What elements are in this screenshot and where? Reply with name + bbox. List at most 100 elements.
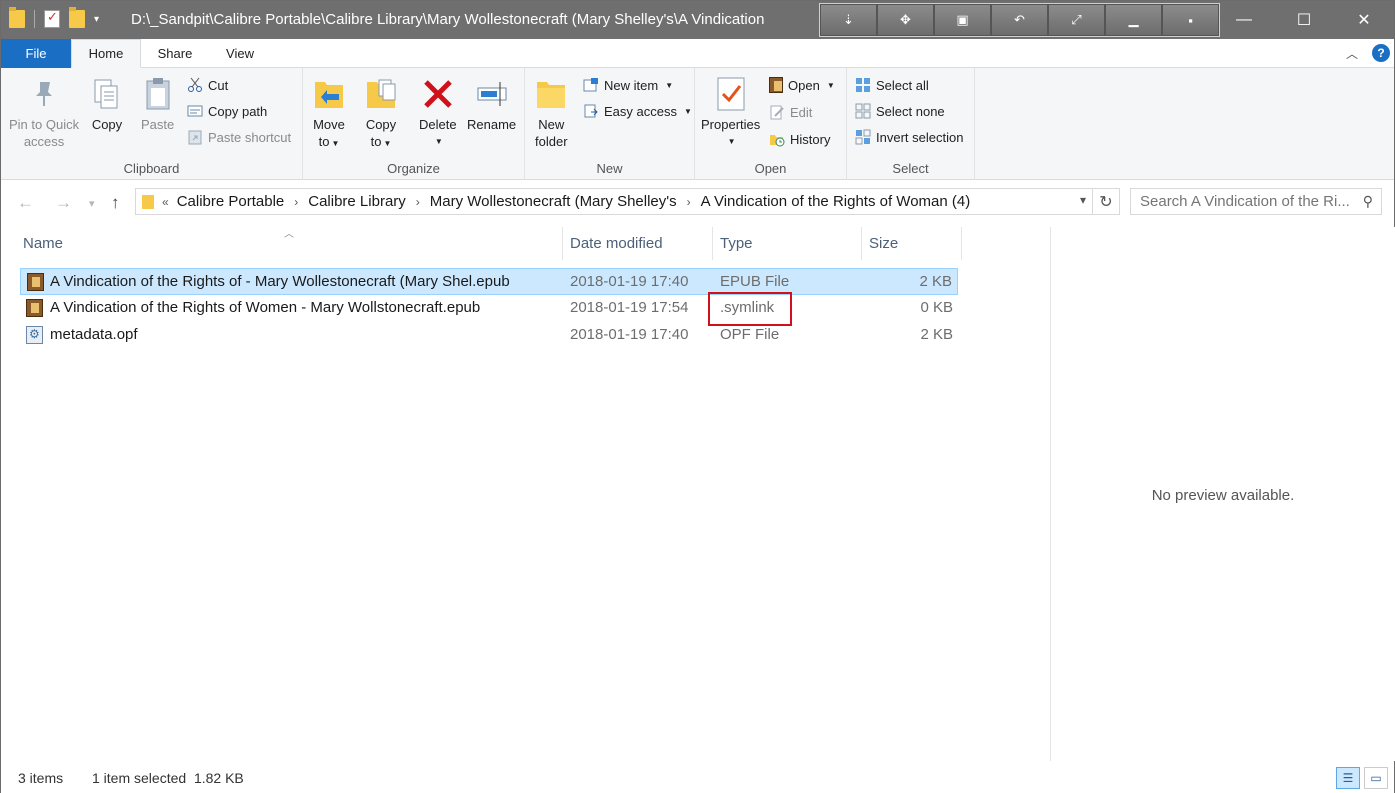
new-folder-label-1: New [538, 117, 565, 132]
collapse-ribbon-icon[interactable]: ︿ [1346, 45, 1358, 62]
file-row[interactable]: A Vindication of the Rights of Women - M… [20, 295, 958, 322]
chevron-right-icon[interactable]: › [294, 195, 298, 209]
properties-button[interactable]: Properties ▼ [701, 76, 760, 150]
file-name: A Vindication of the Rights of - Mary Wo… [50, 273, 510, 290]
file-type: EPUB File [720, 273, 790, 290]
copy-icon [91, 76, 123, 112]
search-input[interactable] [1140, 193, 1350, 210]
details-view-icon[interactable]: ☰ [1336, 767, 1360, 789]
new-item-button[interactable]: New item ▼ [583, 77, 673, 93]
cut-button[interactable]: Cut [187, 77, 228, 93]
ext-button-1[interactable]: ⇣ [820, 4, 877, 36]
minimize-button[interactable]: — [1214, 1, 1274, 39]
tab-file[interactable]: File [1, 39, 71, 68]
annotation-highlight-box [708, 292, 792, 326]
column-header-size[interactable]: Size [862, 227, 962, 260]
file-list: ︿ Name Date modified Type Size A Vindica… [1, 227, 1049, 761]
new-folder-button[interactable]: New folder [535, 76, 568, 150]
move-to-icon [313, 76, 345, 112]
breadcrumb-calibre-portable[interactable]: Calibre Portable [177, 193, 285, 210]
copy-path-button[interactable]: Copy path [187, 103, 267, 119]
copy-path-label: Copy path [208, 103, 268, 119]
breadcrumb-calibre-library[interactable]: Calibre Library [308, 193, 406, 210]
column-header-type[interactable]: Type [713, 227, 862, 260]
ext-button-3[interactable]: ▣ [934, 4, 991, 36]
easy-access-label: Easy access [604, 103, 677, 119]
help-icon[interactable]: ? [1372, 44, 1390, 62]
pin-to-quick-access-button[interactable]: Pin to Quick access [9, 76, 79, 150]
window-title: D:\_Sandpit\Calibre Portable\Calibre Lib… [131, 11, 765, 28]
large-icons-view-icon[interactable]: ▭ [1364, 767, 1388, 789]
delete-button[interactable]: Delete ▼ [419, 76, 457, 150]
column-header-name[interactable]: Name [16, 227, 563, 260]
easy-access-button[interactable]: Easy access ▼ [583, 103, 692, 119]
back-arrow-icon[interactable]: ← [17, 193, 34, 213]
pin-label-1: Pin to Quick [9, 117, 80, 132]
copy-to-button[interactable]: Copy to ▼ [365, 76, 397, 152]
rename-button[interactable]: Rename [467, 76, 516, 133]
chevron-right-icon[interactable]: › [687, 195, 691, 209]
folder-icon [142, 194, 154, 209]
tab-share[interactable]: Share [146, 39, 204, 68]
ext-button-6[interactable]: ▁ [1105, 4, 1162, 36]
tab-view[interactable]: View [211, 39, 269, 68]
move-to-label-1: Move [313, 117, 345, 132]
search-icon[interactable]: ⚲ [1363, 193, 1373, 210]
ext-button-5[interactable]: ⤢ [1048, 4, 1105, 36]
paste-shortcut-label: Paste shortcut [208, 129, 292, 145]
copy-button[interactable]: Copy [91, 76, 123, 133]
history-button[interactable]: History [769, 131, 830, 147]
up-arrow-icon[interactable]: ↑ [111, 193, 120, 213]
breadcrumb-author-folder[interactable]: Mary Wollestonecraft (Mary Shelley's [430, 193, 677, 210]
open-label: Open [788, 77, 820, 93]
navigation-bar: ← → ▾ ↑ « Calibre Portable › Calibre Lib… [1, 181, 1394, 225]
forward-arrow-icon[interactable]: → [55, 193, 72, 213]
open-button[interactable]: Open ▼ [769, 77, 835, 93]
preview-message: No preview available. [1151, 487, 1295, 504]
ext-button-2[interactable]: ✥ [877, 4, 934, 36]
move-to-button[interactable]: Move to ▼ [313, 76, 345, 152]
paste-shortcut-button[interactable]: Paste shortcut [187, 129, 291, 145]
search-box[interactable]: ⚲ [1130, 188, 1382, 215]
select-none-button[interactable]: Select none [855, 103, 945, 119]
extension-buttons: ⇣ ✥ ▣ ↶ ⤢ ▁ ▪ [819, 3, 1220, 37]
refresh-icon[interactable]: ↻ [1093, 188, 1120, 215]
history-label: History [790, 131, 831, 147]
organize-group: Move to ▼ Copy to ▼ Delete ▼ Rename Orga… [303, 68, 525, 180]
rename-label: Rename [467, 117, 517, 132]
ext-button-7[interactable]: ▪ [1162, 4, 1219, 36]
address-dropdown-icon[interactable]: ▾ [1080, 193, 1086, 207]
folder-icon[interactable] [9, 7, 25, 28]
new-folder-icon [535, 76, 567, 112]
close-button[interactable]: ✕ [1334, 1, 1394, 39]
paste-icon [142, 76, 174, 112]
properties-icon[interactable] [44, 9, 60, 28]
file-size: 2 KB [919, 273, 952, 290]
ext-button-4[interactable]: ↶ [991, 4, 1048, 36]
recent-locations-icon[interactable]: ▾ [89, 197, 95, 210]
properties-label: Properties [701, 117, 761, 132]
explorer-window: ▾ D:\_Sandpit\Calibre Portable\Calibre L… [0, 0, 1395, 793]
file-size: 2 KB [920, 326, 953, 343]
invert-selection-button[interactable]: Invert selection [855, 129, 963, 145]
select-all-button[interactable]: Select all [855, 77, 929, 93]
edit-button[interactable]: Edit [769, 104, 812, 120]
breadcrumb-overflow[interactable]: « [162, 195, 169, 209]
chevron-right-icon[interactable]: › [416, 195, 420, 209]
column-header-date[interactable]: Date modified [563, 227, 713, 260]
address-bar[interactable]: « Calibre Portable › Calibre Library › M… [135, 188, 1093, 215]
paste-button[interactable]: Paste [141, 76, 174, 133]
file-row[interactable]: metadata.opf 2018-01-19 17:40 OPF File 2… [20, 322, 958, 349]
customize-qat-dropdown-icon[interactable]: ▾ [94, 14, 99, 25]
file-size: 0 KB [920, 299, 953, 316]
clipboard-group-label: Clipboard [123, 161, 180, 176]
select-all-icon [855, 77, 871, 93]
new-folder-icon[interactable] [69, 7, 85, 28]
maximize-button[interactable]: ☐ [1274, 1, 1334, 39]
select-all-label: Select all [876, 77, 929, 93]
select-group: Select all Select none Invert selection … [847, 68, 975, 180]
select-none-icon [855, 103, 871, 119]
breadcrumb-current-folder[interactable]: A Vindication of the Rights of Woman (4) [701, 193, 971, 210]
file-row[interactable]: A Vindication of the Rights of - Mary Wo… [20, 268, 958, 295]
tab-home[interactable]: Home [71, 39, 141, 68]
